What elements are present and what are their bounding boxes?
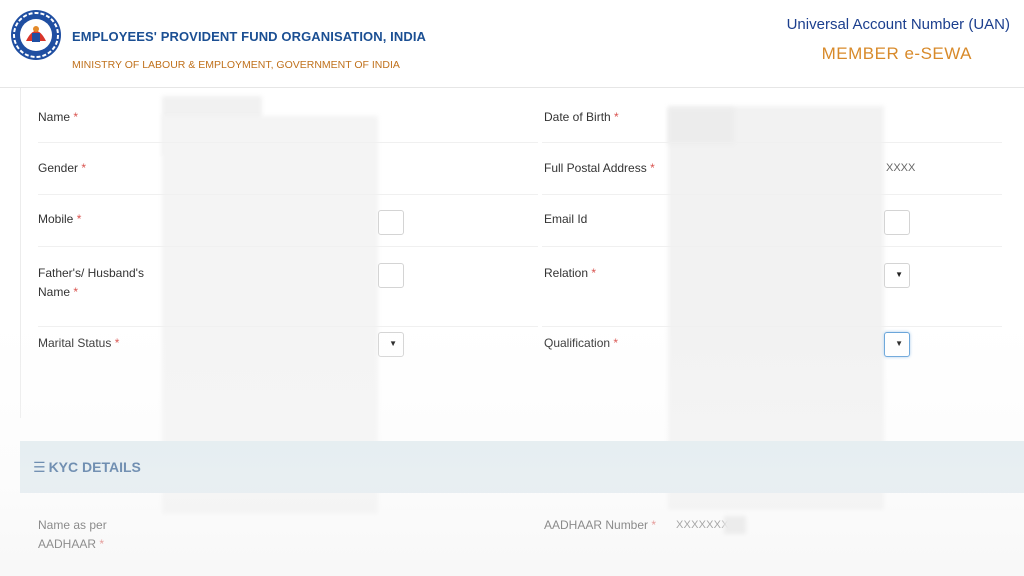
row-divider: [38, 142, 538, 143]
row-divider: [38, 194, 538, 195]
dob-label: Date of Birth *: [544, 110, 619, 124]
row-divider: [38, 326, 538, 327]
relation-label: Relation *: [544, 266, 597, 280]
postal-address-value: XXXX: [886, 162, 916, 174]
father-husband-name-label: Father's/ Husband's Name *: [38, 266, 144, 299]
row-divider: [542, 326, 1002, 327]
org-name: EMPLOYEES' PROVIDENT FUND ORGANISATION, …: [72, 29, 427, 44]
chevron-down-icon: ▼: [389, 339, 397, 348]
postal-address-label: Full Postal Address *: [544, 161, 655, 175]
gender-label: Gender *: [38, 161, 87, 175]
name-as-per-aadhaar-label: Name as per AADHAAR *: [38, 518, 107, 551]
mobile-input[interactable]: [378, 210, 404, 235]
father-husband-name-input[interactable]: [378, 263, 404, 288]
kyc-title: ☰ KYC DETAILS: [33, 459, 141, 475]
aadhaar-number-label: AADHAAR Number *: [544, 518, 657, 532]
portal-title: Universal Account Number (UAN): [786, 16, 1010, 33]
marital-status-label: Marital Status *: [38, 336, 120, 350]
mobile-label: Mobile *: [38, 212, 82, 226]
name-label: Name *: [38, 110, 79, 124]
relation-select[interactable]: ▼: [884, 263, 910, 288]
epfo-logo-icon[interactable]: [10, 9, 62, 61]
chevron-down-icon: ▼: [895, 270, 903, 279]
list-icon: ☰: [33, 459, 46, 475]
row-divider: [38, 246, 538, 247]
redacted-aadhaar-digits: [724, 516, 746, 534]
row-divider: [542, 246, 1002, 247]
portal-subtitle: MEMBER e-SEWA: [821, 44, 972, 63]
row-divider: [542, 194, 1002, 195]
row-divider: [542, 142, 1002, 143]
qualification-select[interactable]: ▼: [884, 332, 910, 357]
qualification-label: Qualification *: [544, 336, 619, 350]
email-label: Email Id: [544, 212, 588, 226]
site-header: EMPLOYEES' PROVIDENT FUND ORGANISATION, …: [0, 0, 1024, 88]
ministry-name: MINISTRY OF LABOUR & EMPLOYMENT, GOVERNM…: [72, 59, 400, 71]
email-input[interactable]: [884, 210, 910, 235]
marital-status-select[interactable]: ▼: [378, 332, 404, 357]
kyc-section-header[interactable]: ☰ KYC DETAILS: [20, 441, 1024, 493]
chevron-down-icon: ▼: [895, 339, 903, 348]
redacted-dob-value: [668, 108, 734, 144]
